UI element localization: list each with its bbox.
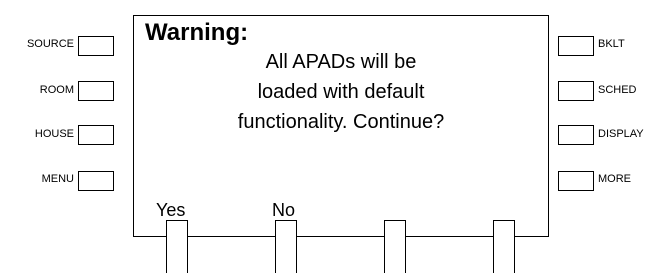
- softkey-3-button[interactable]: [384, 220, 406, 273]
- warning-message-line: All APADs will be: [265, 51, 417, 73]
- more-label: MORE: [598, 173, 631, 185]
- warning-message-line: functionality. Continue?: [237, 111, 445, 133]
- bklt-button[interactable]: [558, 36, 594, 56]
- more-button[interactable]: [558, 171, 594, 191]
- menu-button[interactable]: [78, 171, 114, 191]
- warning-message: All APADs will be loaded with default fu…: [134, 47, 548, 137]
- softkey-4-button[interactable]: [493, 220, 515, 273]
- display-screen: Warning: All APADs will be loaded with d…: [133, 15, 549, 237]
- bklt-label: BKLT: [598, 38, 625, 50]
- house-button[interactable]: [78, 125, 114, 145]
- no-softkey-label[interactable]: No: [272, 200, 295, 220]
- source-label: SOURCE: [26, 38, 74, 50]
- warning-message-line: loaded with default: [257, 81, 425, 103]
- warning-title: Warning:: [145, 19, 249, 46]
- house-label: HOUSE: [34, 128, 74, 140]
- display-button[interactable]: [558, 125, 594, 145]
- source-button[interactable]: [78, 36, 114, 56]
- room-button[interactable]: [78, 81, 114, 101]
- softkey-2-button[interactable]: [275, 220, 297, 273]
- room-label: ROOM: [39, 84, 74, 96]
- yes-softkey-label[interactable]: Yes: [156, 200, 185, 220]
- display-label: DISPLAY: [598, 128, 644, 140]
- sched-label: SCHED: [598, 84, 637, 96]
- menu-label: MENU: [41, 173, 74, 185]
- sched-button[interactable]: [558, 81, 594, 101]
- softkey-1-button[interactable]: [166, 220, 188, 273]
